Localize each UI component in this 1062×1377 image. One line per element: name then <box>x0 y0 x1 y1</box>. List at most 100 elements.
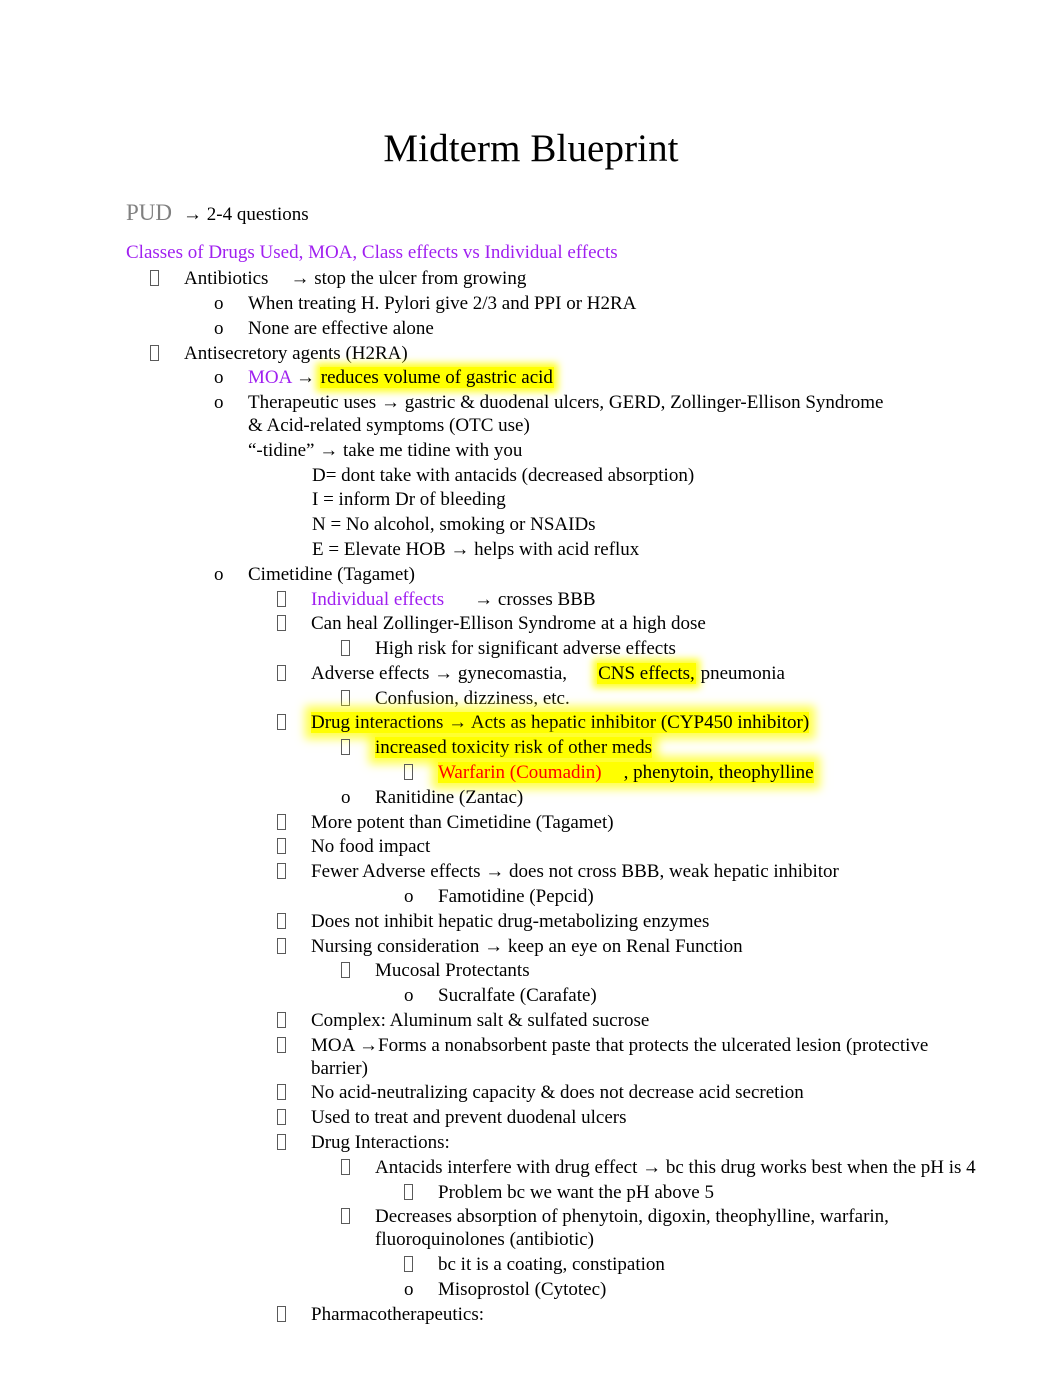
list-item: Famotidine (Pepcid) <box>0 884 1062 909</box>
list-item: Used to treat and prevent duodenal ulcer… <box>0 1105 1062 1130</box>
list-item: Individual effects → crosses BBB <box>0 587 1062 612</box>
list-item: Pharmacotherapeutics: <box>0 1302 1062 1327</box>
circle-bullet-icon <box>214 392 248 415</box>
mnemonic-d: D= dont take with antacids (decreased ab… <box>312 464 695 486</box>
list-item: When treating H. Pylori give 2/3 and PPI… <box>0 291 1062 316</box>
moa-text-highlighted: reduces volume of gastric acid <box>319 367 554 389</box>
warfarin-label: Warfarin (Coumadin) <box>438 762 602 784</box>
ranitidine-point-0: More potent than Cimetidine (Tagamet) <box>311 811 614 833</box>
square-bullet-icon <box>277 589 311 612</box>
list-item: Warfarin (Coumadin) , phenytoin, theophyl… <box>0 760 1062 785</box>
list-item: Ranitidine (Zantac) <box>0 785 1062 810</box>
adverse-effects-label: Adverse effects <box>311 662 430 684</box>
list-item: No acid-neutralizing capacity & does not… <box>0 1080 1062 1105</box>
antibiotics-detail: stop the ulcer from growing <box>314 268 527 290</box>
section-arrow-icon: → <box>183 204 203 226</box>
sucralfate-moa: MOA →Forms a nonabsorbent paste that pro… <box>311 1034 929 1079</box>
sucralfate-used-to: Used to treat and prevent duodenal ulcer… <box>311 1107 627 1129</box>
antisecretory-label: Antisecretory agents (H2RA) <box>184 342 408 364</box>
sucralfate-decreases: Decreases absorption of phenytoin, digox… <box>375 1206 889 1251</box>
square-bullet-icon <box>404 1254 438 1277</box>
list-item: No food impact <box>0 834 1062 859</box>
square-bullet-icon <box>341 1206 375 1229</box>
square-bullet-icon <box>277 812 311 835</box>
list-item: Can heal Zollinger-Ellison Syndrome at a… <box>0 611 1062 636</box>
famotidine-point-0: Does not inhibit hepatic drug-metabolizi… <box>311 910 710 932</box>
square-bullet-icon <box>150 343 184 366</box>
square-bullet-icon <box>404 1182 438 1205</box>
list-item: Complex: Aluminum salt & sulfated sucros… <box>0 1008 1062 1033</box>
circle-bullet-icon <box>404 1279 438 1302</box>
circle-bullet-icon <box>214 564 248 587</box>
zollinger-sub: High risk for significant adverse effect… <box>375 638 676 660</box>
sucralfate-decreases-sub: bc it is a coating, constipation <box>438 1254 665 1276</box>
page-title: Midterm Blueprint <box>383 127 679 170</box>
fewer-adverse-effects: Fewer Adverse effects → does not cross B… <box>311 861 839 883</box>
outline-list: Antibiotics → stop the ulcer from growing… <box>0 266 1062 1326</box>
square-bullet-icon <box>404 762 438 785</box>
square-bullet-icon <box>277 936 311 959</box>
section-heading-pud: PUD → 2-4 questions <box>0 172 1062 227</box>
pharmacotherapeutics-label: Pharmacotherapeutics: <box>311 1303 485 1325</box>
circle-bullet-icon <box>214 293 248 316</box>
antibiotics-label: Antibiotics <box>184 268 269 290</box>
moa-line: MOA → reduces volume of gastric acid <box>248 367 1062 390</box>
ranitidine-point-1: No food impact <box>311 836 431 858</box>
antibiotics-line: Antibiotics → stop the ulcer from growing <box>184 268 1062 291</box>
circle-bullet-icon <box>214 367 248 390</box>
sucralfate-label: Sucralfate (Carafate) <box>438 985 597 1007</box>
arrow-icon: → <box>380 392 400 414</box>
adverse-effects-sub: Confusion, dizziness, etc. <box>375 687 570 709</box>
sucralfate-complex: Complex: Aluminum salt & sulfated sucros… <box>311 1010 650 1032</box>
list-item: Drug interactions → Acts as hepatic inhi… <box>0 710 1062 735</box>
list-item: MOA → reduces volume of gastric acid <box>0 365 1062 390</box>
list-item: None are effective alone <box>0 316 1062 341</box>
arrow-icon: → <box>434 662 454 684</box>
list-item: MOA →Forms a nonabsorbent paste that pro… <box>0 1033 1062 1081</box>
list-item: Antibiotics → stop the ulcer from growing <box>0 266 1062 291</box>
misoprostol-label: Misoprostol (Cytotec) <box>438 1278 607 1300</box>
circle-bullet-icon <box>404 985 438 1008</box>
arrow-icon: → <box>290 268 310 290</box>
individual-effects-line: Individual effects → crosses BBB <box>311 589 1062 612</box>
list-item: Drug Interactions: <box>0 1130 1062 1155</box>
list-item: Fewer Adverse effects → does not cross B… <box>0 859 1062 884</box>
arrow-icon: → <box>296 367 316 389</box>
square-bullet-icon <box>277 836 311 859</box>
sucralfate-no-acid: No acid-neutralizing capacity & does not… <box>311 1082 804 1104</box>
famotidine-point-1: Nursing consideration → keep an eye on R… <box>311 935 743 957</box>
mnemonic-n: N = No alcohol, smoking or NSAIDs <box>312 514 596 536</box>
therapeutic-uses-label: Therapeutic uses <box>248 392 377 414</box>
square-bullet-icon <box>277 712 311 735</box>
individual-effects-label: Individual effects <box>311 588 445 610</box>
square-bullet-icon <box>341 1157 375 1180</box>
list-item: Confusion, dizziness, etc. <box>0 686 1062 711</box>
list-item: Adverse effects → gynecomastia, CNS effec… <box>0 661 1062 686</box>
adverse-effects-line: Adverse effects → gynecomastia, CNS effec… <box>311 662 1062 686</box>
list-item: Decreases absorption of phenytoin, digox… <box>0 1204 1062 1252</box>
list-item: Nursing consideration → keep an eye on R… <box>0 934 1062 959</box>
square-bullet-icon <box>277 1132 311 1155</box>
cns-effects-highlighted: CNS effects, <box>597 662 696 684</box>
square-bullet-icon <box>277 1304 311 1327</box>
adverse-effects-text-b: pneumonia <box>700 662 785 684</box>
list-item: Mucosal Protectants <box>0 958 1062 983</box>
adverse-effects-text-a: gynecomastia, <box>457 662 568 684</box>
moa-label: MOA <box>248 367 292 389</box>
square-bullet-icon <box>277 1082 311 1105</box>
list-item: More potent than Cimetidine (Tagamet) <box>0 810 1062 835</box>
square-bullet-icon <box>277 1107 311 1130</box>
document-page: Midterm Blueprint PUD → 2-4 questions Cla… <box>0 0 1062 1377</box>
list-item: Therapeutic uses → gastric & duodenal ul… <box>0 390 1062 438</box>
mnemonic-e: E = Elevate HOB → helps with acid reflux <box>312 538 640 560</box>
circle-bullet-icon <box>341 787 375 810</box>
sucralfate-antacids: Antacids interfere with drug effect → bc… <box>375 1156 976 1178</box>
list-item: Cimetidine (Tagamet) <box>0 562 1062 587</box>
list-item: High risk for significant adverse effect… <box>0 636 1062 661</box>
square-bullet-icon <box>341 960 375 983</box>
topic-heading: Classes of Drugs Used, MOA, Class effect… <box>126 242 618 264</box>
mnemonic-i: I = inform Dr of bleeding <box>312 489 506 511</box>
list-item: Problem bc we want the pH above 5 <box>0 1180 1062 1205</box>
antibiotics-sub-1: When treating H. Pylori give 2/3 and PPI… <box>248 292 637 314</box>
mucosal-protectants-label: Mucosal Protectants <box>375 960 530 982</box>
